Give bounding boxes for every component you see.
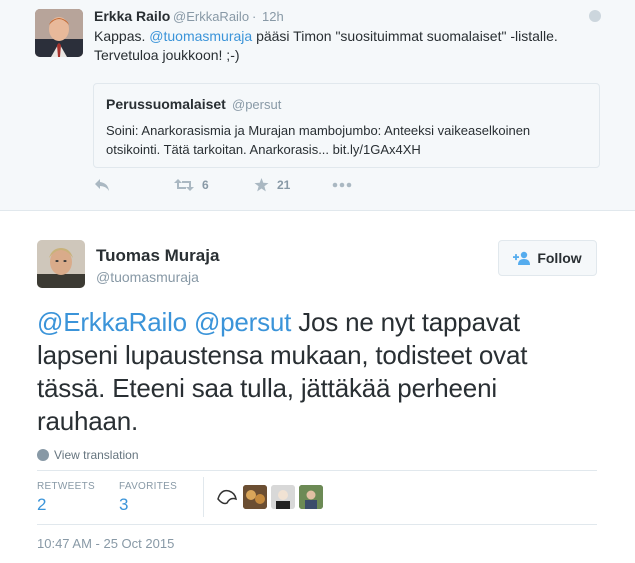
retweets-label[interactable]: RETWEETS: [37, 481, 95, 492]
retweet-button[interactable]: 6: [174, 178, 209, 192]
avatar[interactable]: [35, 9, 83, 57]
tweet-text: Kappas. @tuomasmuraja pääsi Timon "suosi…: [94, 27, 604, 65]
avatar[interactable]: [37, 240, 85, 288]
view-translation-label: View translation: [54, 448, 139, 462]
reply-icon: [95, 179, 109, 191]
globe-icon: [589, 10, 601, 22]
separator-dot: ·: [252, 9, 257, 24]
author-handle[interactable]: @ErkkaRailo: [173, 9, 249, 24]
author-name[interactable]: Tuomas Muraja: [96, 246, 219, 266]
quoted-tweet-text: Soini: Anarkorasismia ja Murajan mamboju…: [106, 123, 531, 157]
favorites-label[interactable]: FAVORITES: [119, 481, 177, 492]
avatar-image: [271, 485, 295, 509]
avatar-image: [299, 485, 323, 509]
tweet-actions: 6 21: [94, 178, 394, 198]
favoriter-avatar[interactable]: [271, 485, 295, 509]
retweet-count: 6: [202, 178, 209, 192]
follow-button[interactable]: Follow: [498, 240, 597, 276]
avatar-image: [37, 240, 85, 288]
favoriter-avatar[interactable]: [299, 485, 323, 509]
author-handle[interactable]: @tuomasmuraja: [96, 269, 199, 285]
favoriter-avatar[interactable]: [215, 485, 239, 509]
author-name[interactable]: Erkka Railo: [94, 8, 170, 24]
mention-link[interactable]: @ErkkaRailo: [37, 307, 187, 337]
favorite-button[interactable]: 21: [254, 178, 290, 192]
favorite-icon: [254, 178, 269, 192]
favoriter-avatar[interactable]: [243, 485, 267, 509]
avatar-image: [243, 485, 267, 509]
divider: [37, 524, 597, 525]
tweet-text-prefix: Kappas.: [94, 28, 150, 44]
tweet-timestamp[interactable]: 10:47 AM - 25 Oct 2015: [37, 536, 174, 551]
stat-separator: [203, 477, 204, 517]
view-translation-link[interactable]: View translation: [37, 448, 139, 462]
more-button[interactable]: [332, 180, 352, 190]
quoted-author-handle: @persut: [232, 97, 282, 112]
avatar-image: [217, 489, 237, 505]
favorite-count: 21: [277, 178, 291, 192]
divider: [37, 470, 597, 471]
mention-link[interactable]: @persut: [194, 307, 291, 337]
avatar-image: [35, 9, 83, 57]
more-icon: [332, 182, 352, 188]
parent-tweet[interactable]: Erkka Railo @ErkkaRailo · 12h Kappas. @t…: [0, 0, 635, 211]
favorites-value[interactable]: 3: [119, 495, 128, 515]
retweet-icon: [174, 179, 194, 191]
quoted-author-name: Perussuomalaiset: [106, 96, 226, 112]
mention-link[interactable]: @tuomasmuraja: [149, 28, 252, 44]
tweet-text: @ErkkaRailo @persut Jos ne nyt tappavat …: [37, 306, 597, 438]
quoted-tweet[interactable]: Perussuomalaiset @persut Soini: Anarkora…: [93, 83, 600, 168]
follow-person-icon: [513, 251, 531, 265]
retweets-value[interactable]: 2: [37, 495, 46, 515]
tweet-time[interactable]: 12h: [262, 9, 284, 24]
reply-button[interactable]: [94, 178, 110, 192]
follow-label: Follow: [537, 250, 582, 266]
globe-icon: [37, 449, 49, 461]
